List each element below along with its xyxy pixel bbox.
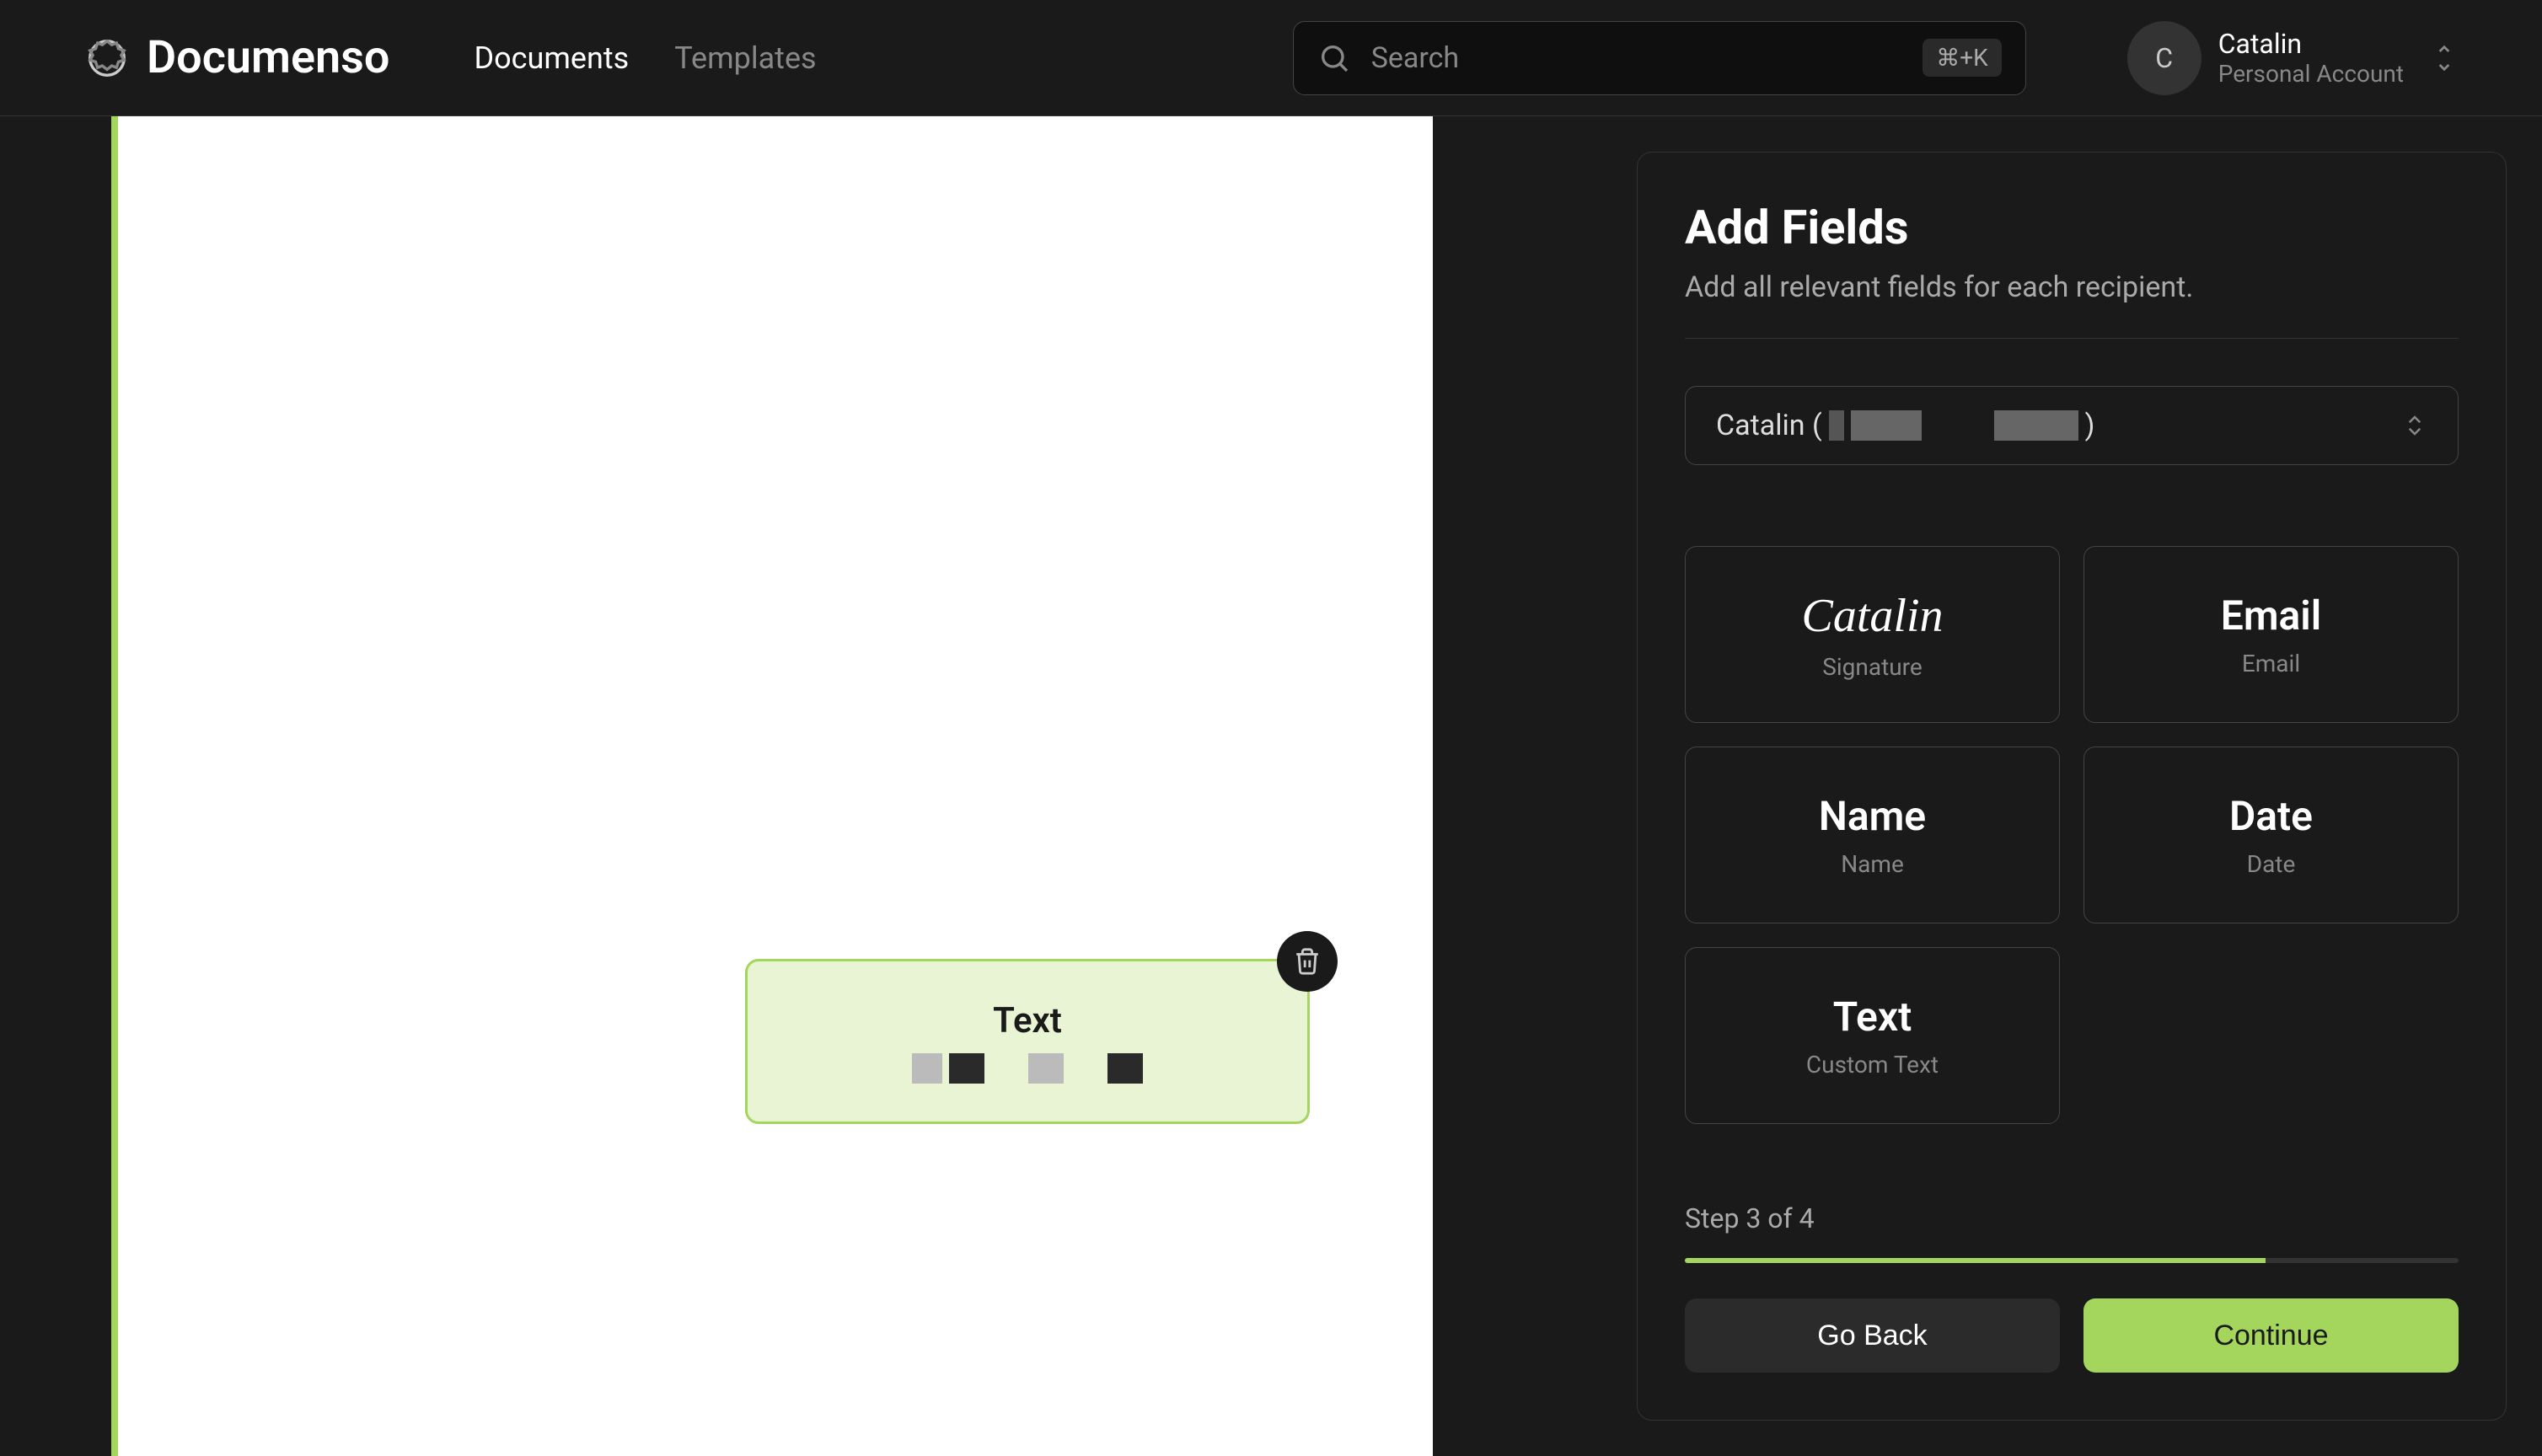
- recipient-suffix: ): [2085, 409, 2095, 442]
- field-name[interactable]: Name Name: [1685, 747, 2060, 923]
- field-date-sub: Date: [2247, 850, 2296, 878]
- header: Documenso Documents Templates Search ⌘+K…: [0, 0, 2542, 116]
- field-email[interactable]: Email Email: [2083, 546, 2459, 723]
- placed-field-title: Text: [993, 1000, 1062, 1041]
- field-signature-title: Catalin: [1801, 589, 1943, 643]
- field-email-title: Email: [2221, 592, 2321, 640]
- field-name-sub: Name: [1841, 850, 1904, 878]
- progress-fill: [1685, 1258, 2266, 1263]
- main: Text Add Fields Add all relevant field: [0, 116, 2542, 1456]
- field-name-title: Name: [1819, 792, 1926, 840]
- nav-templates[interactable]: Templates: [674, 40, 816, 76]
- divider: [1685, 338, 2459, 339]
- chevron-down-icon: [2431, 45, 2458, 72]
- field-signature-sub: Signature: [1822, 653, 1923, 681]
- progress-bar: [1685, 1258, 2459, 1263]
- search-input[interactable]: Search ⌘+K: [1293, 21, 2026, 95]
- field-text-title: Text: [1833, 993, 1912, 1041]
- search-shortcut: ⌘+K: [1923, 39, 2001, 77]
- search-placeholder: Search: [1371, 41, 1903, 75]
- delete-field-button[interactable]: [1277, 931, 1338, 992]
- account-type: Personal Account: [2218, 60, 2404, 88]
- field-email-sub: Email: [2242, 650, 2300, 677]
- chevrons-up-down-icon: [2402, 413, 2427, 438]
- brand-icon: [84, 35, 130, 81]
- account-menu[interactable]: C Catalin Personal Account: [2127, 21, 2458, 95]
- brand[interactable]: Documenso: [84, 31, 389, 84]
- button-row: Go Back Continue: [1685, 1298, 2459, 1373]
- recipient-prefix: Catalin (: [1716, 409, 1822, 442]
- nav-documents[interactable]: Documents: [474, 40, 629, 76]
- sidebar: Add Fields Add all relevant fields for e…: [1601, 116, 2542, 1456]
- document-area: Text: [0, 116, 1601, 1456]
- account-name: Catalin: [2218, 28, 2404, 60]
- field-text[interactable]: Text Custom Text: [1685, 947, 2060, 1124]
- add-fields-panel: Add Fields Add all relevant fields for e…: [1637, 152, 2507, 1421]
- continue-button[interactable]: Continue: [2083, 1298, 2459, 1373]
- field-grid: Catalin Signature Email Email Name Name …: [1685, 546, 2459, 1124]
- panel-subtitle: Add all relevant fields for each recipie…: [1685, 270, 2459, 304]
- field-date[interactable]: Date Date: [2083, 747, 2459, 923]
- go-back-button[interactable]: Go Back: [1685, 1298, 2060, 1373]
- avatar: C: [2127, 21, 2201, 95]
- placed-text-field[interactable]: Text: [745, 959, 1310, 1124]
- recipient-select[interactable]: Catalin ( ): [1685, 386, 2459, 465]
- brand-text: Documenso: [147, 31, 389, 84]
- field-text-sub: Custom Text: [1806, 1051, 1939, 1079]
- field-date-title: Date: [2229, 792, 2313, 840]
- step-label: Step 3 of 4: [1685, 1202, 2459, 1234]
- field-signature[interactable]: Catalin Signature: [1685, 546, 2060, 723]
- step-section: Step 3 of 4 Go Back Continue: [1685, 1202, 2459, 1373]
- document-page[interactable]: Text: [111, 116, 1433, 1456]
- trash-icon: [1293, 947, 1322, 976]
- panel-title: Add Fields: [1685, 200, 2459, 255]
- main-nav: Documents Templates: [474, 40, 816, 76]
- account-info: Catalin Personal Account: [2218, 28, 2404, 88]
- placed-field-redacted: [912, 1053, 1143, 1084]
- search-icon: [1317, 41, 1351, 75]
- recipient-redacted: [1829, 410, 2078, 441]
